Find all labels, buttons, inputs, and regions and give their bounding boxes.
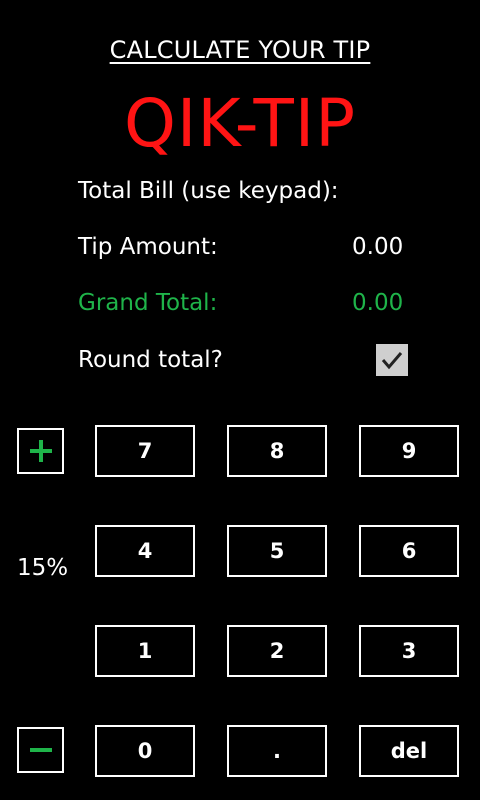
minus-icon: [29, 748, 52, 752]
key-2[interactable]: 2: [227, 625, 327, 677]
key-1[interactable]: 1: [95, 625, 195, 677]
key-decimal[interactable]: .: [227, 725, 327, 777]
calculate-your-tip-link[interactable]: CALCULATE YOUR TIP: [0, 36, 480, 64]
key-7[interactable]: 7: [95, 425, 195, 477]
total-bill-label: Total Bill (use keypad):: [78, 178, 339, 204]
decrease-tip-button[interactable]: [17, 727, 64, 773]
app-title: QIK-TIP: [123, 85, 357, 162]
key-9[interactable]: 9: [359, 425, 459, 477]
round-total-checkbox[interactable]: [376, 344, 408, 376]
key-0[interactable]: 0: [95, 725, 195, 777]
tip-percent: 15%: [17, 555, 69, 581]
increase-tip-button[interactable]: [17, 428, 64, 474]
tip-amount-label: Tip Amount:: [78, 234, 218, 260]
checkmark-icon: [381, 352, 403, 370]
round-total-label: Round total?: [78, 347, 223, 373]
key-8[interactable]: 8: [227, 425, 327, 477]
qik-tip-screen: CALCULATE YOUR TIP QIK-TIP Total Bill (u…: [0, 0, 480, 800]
plus-icon: [29, 440, 52, 462]
key-6[interactable]: 6: [359, 525, 459, 577]
tip-amount-value: 0.00: [352, 234, 404, 260]
key-4[interactable]: 4: [95, 525, 195, 577]
grand-total-value: 0.00: [352, 290, 404, 316]
key-delete[interactable]: del: [359, 725, 459, 777]
key-5[interactable]: 5: [227, 525, 327, 577]
key-3[interactable]: 3: [359, 625, 459, 677]
grand-total-label: Grand Total:: [78, 290, 218, 316]
